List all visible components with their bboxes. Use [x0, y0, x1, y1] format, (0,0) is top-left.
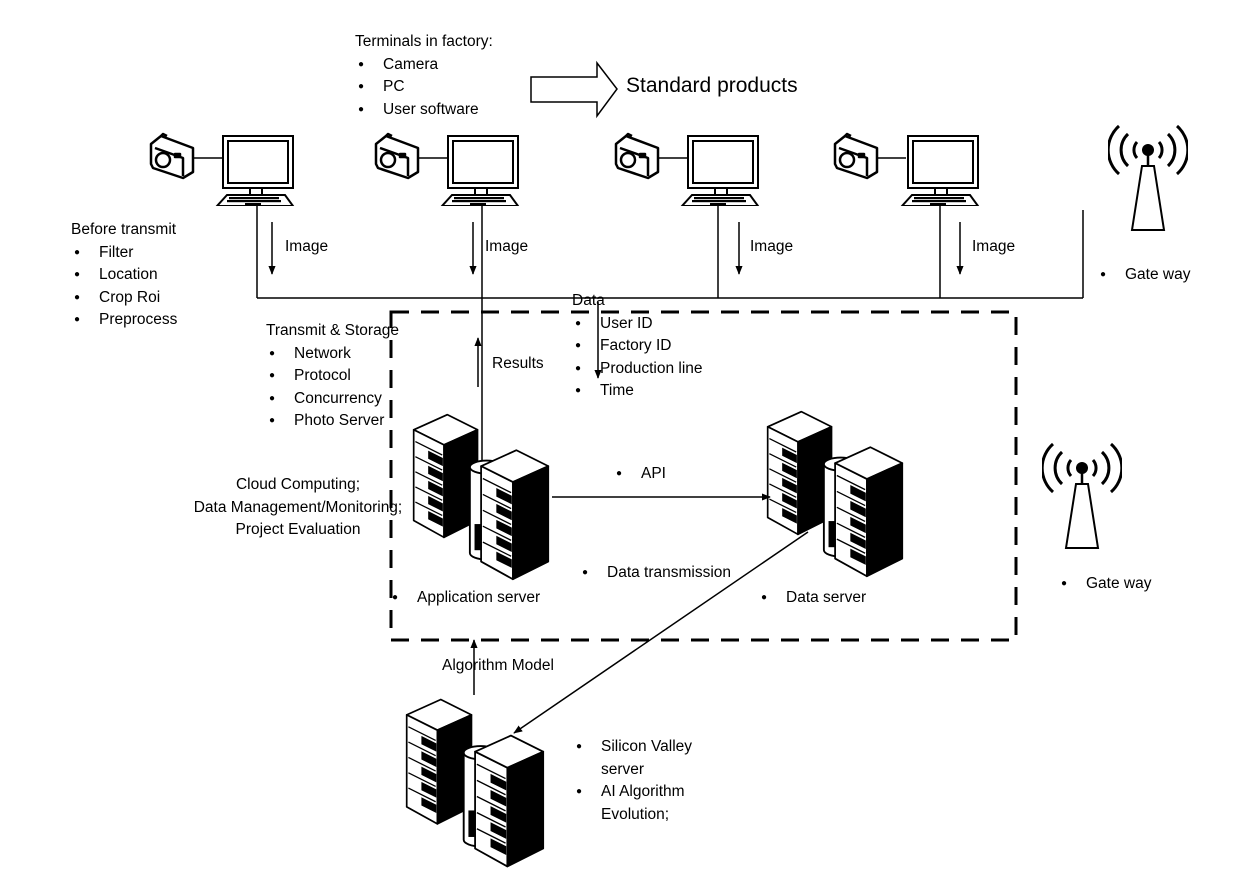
standard-products-arrow-icon	[530, 60, 618, 119]
results-label: Results	[492, 355, 544, 372]
data-transmission-list: Data transmission	[579, 562, 731, 585]
terminals-list: Terminals in factory: Camera PC User sof…	[355, 31, 493, 121]
data-item: User ID	[572, 313, 703, 336]
gateway-list-bottom: Gate way	[1058, 573, 1151, 596]
before-transmit-item: Filter	[71, 242, 177, 265]
application-server-icon	[414, 415, 549, 580]
terminals-heading: Terminals in factory:	[355, 33, 493, 50]
before-transmit-item: Preprocess	[71, 309, 177, 332]
data-server-label: Data server	[758, 587, 866, 610]
silicon-valley-server-icon	[407, 700, 543, 867]
data-heading: Data	[572, 292, 605, 309]
terminals-item: PC	[355, 76, 493, 99]
transmit-storage-item: Protocol	[266, 365, 399, 388]
silicon-valley-item: Silicon Valley server	[573, 736, 692, 781]
api-list: API	[613, 463, 666, 486]
terminal-1	[149, 132, 294, 206]
image-label: Image	[972, 238, 1016, 255]
standard-products-label: Standard products	[626, 74, 798, 97]
terminals-item: User software	[355, 99, 493, 122]
api-label: API	[613, 463, 666, 486]
cloud-computing-label: Cloud Computing; Data Management/Monitor…	[168, 474, 428, 542]
gateway-label: Gate way	[1097, 264, 1190, 287]
silicon-valley-line: Silicon Valley	[601, 738, 693, 755]
transmit-storage-item: Photo Server	[266, 410, 399, 433]
before-transmit-list: Before transmit Filter Location Crop Roi…	[71, 219, 177, 332]
application-server-list: Application server	[389, 587, 540, 610]
transmit-storage-item: Network	[266, 343, 399, 366]
data-item: Production line	[572, 358, 703, 381]
data-server-icon	[768, 412, 903, 577]
image-label: Image	[750, 238, 794, 255]
data-server-list: Data server	[758, 587, 866, 610]
camera-icon	[374, 132, 420, 180]
image-label: Image	[285, 238, 329, 255]
silicon-valley-list: Silicon Valley server AI Algorithm Evolu…	[573, 736, 692, 826]
algorithm-model-label: Algorithm Model	[442, 657, 554, 674]
gateway-antenna-icon	[1042, 442, 1122, 550]
pc-icon	[441, 135, 519, 206]
before-transmit-item: Location	[71, 264, 177, 287]
application-server-label: Application server	[389, 587, 540, 610]
cloud-computing-line: Data Management/Monitoring;	[193, 498, 403, 516]
data-transmission-label: Data transmission	[579, 562, 731, 585]
gateway-antenna-icon	[1108, 124, 1188, 232]
before-transmit-heading: Before transmit	[71, 221, 177, 238]
pc-icon	[901, 135, 979, 206]
camera-icon	[614, 132, 660, 180]
silicon-valley-line: server	[601, 760, 645, 778]
gateway-list-top: Gate way	[1097, 264, 1190, 287]
silicon-valley-line: Evolution;	[601, 805, 670, 823]
camera-icon	[833, 132, 879, 180]
terminal-3	[614, 132, 759, 206]
camera-icon	[149, 132, 195, 180]
transmit-storage-heading: Transmit & Storage	[266, 322, 399, 339]
transmit-storage-item: Concurrency	[266, 388, 399, 411]
gateway-label: Gate way	[1058, 573, 1151, 596]
silicon-valley-item: AI Algorithm Evolution;	[573, 781, 692, 826]
terminal-4	[833, 132, 979, 206]
cloud-computing-line: Project Evaluation	[235, 521, 361, 538]
before-transmit-item: Crop Roi	[71, 287, 177, 310]
pc-icon	[681, 135, 759, 206]
data-list: Data User ID Factory ID Production line …	[572, 290, 703, 403]
terminals-item: Camera	[355, 54, 493, 77]
transmit-storage-list: Transmit & Storage Network Protocol Conc…	[266, 320, 399, 433]
image-label: Image	[485, 238, 529, 255]
data-item: Time	[572, 380, 703, 403]
pc-icon	[216, 135, 294, 206]
cloud-computing-line: Cloud Computing;	[235, 476, 361, 493]
data-item: Factory ID	[572, 335, 703, 358]
silicon-valley-line: AI Algorithm	[601, 783, 685, 800]
terminal-2	[374, 132, 519, 206]
